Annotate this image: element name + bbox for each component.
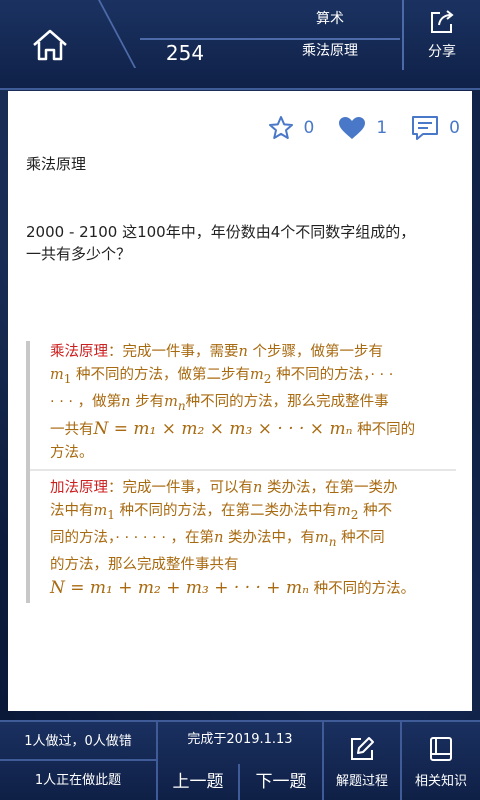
- text: 种不同的方法。: [308, 580, 416, 597]
- completed-date: 完成于2019.1.13: [187, 732, 293, 747]
- question-text: 2000 - 2100 这100年中，年份数由4个不同数字组成的， 一共有多少个…: [26, 221, 456, 265]
- math-var: m: [50, 367, 64, 383]
- text: 种不: [358, 502, 393, 519]
- share-label: 分享: [428, 44, 456, 60]
- math-sub: n: [328, 534, 337, 549]
- navigation: 完成于2019.1.13 上一题 下一题: [158, 722, 322, 800]
- text: 种不同的方法，· · ·: [271, 367, 394, 383]
- share-icon: [431, 10, 454, 33]
- addition-heading: 加法原理: [50, 479, 108, 496]
- header-info: 254 算术 乘法原理: [100, 0, 400, 90]
- math-sub: n: [177, 398, 186, 413]
- book-icon: [430, 736, 452, 761]
- math-var: m: [337, 502, 351, 519]
- comment-count: 0: [449, 118, 460, 138]
- text: 类办法中，有: [223, 529, 316, 546]
- text: 种不同的方法，那么完成整件事: [185, 393, 389, 410]
- question-line-2: 一共有多少个？: [26, 245, 132, 263]
- question-card: 0 1 0 乘法原理 2000 - 2100 这100年中，年份数由4个不同数字…: [8, 91, 472, 711]
- math-var: n: [121, 393, 131, 410]
- favorite-count: 0: [303, 118, 315, 138]
- stats-bar: 0 1 0: [244, 113, 460, 143]
- text: ：完成一件事，可以有: [108, 479, 253, 496]
- text: 同的方法，· · · · · · ，在第: [50, 529, 215, 546]
- home-button[interactable]: [0, 0, 100, 90]
- text: 种不同: [336, 529, 385, 546]
- solution-label: 解题过程: [336, 773, 389, 789]
- text: ：完成一件事，需要: [108, 344, 239, 360]
- math-var: m: [164, 393, 178, 410]
- math-sub: 1: [107, 507, 115, 522]
- category-label: 算术: [316, 11, 344, 27]
- text: 种不同的方法，在第二类办法中有: [114, 502, 338, 519]
- top-bar: 254 算术 乘法原理 分享: [0, 0, 480, 90]
- app-root: 254 算术 乘法原理 分享 0 1 0 乘法原理 2000 - 2100 这1…: [0, 0, 480, 800]
- like-stat[interactable]: 1: [338, 116, 387, 140]
- math-var: n: [238, 344, 248, 360]
- knowledge-button[interactable]: 相关知识: [402, 722, 480, 800]
- multiplication-heading: 乘法原理: [50, 344, 108, 360]
- text: 方法。: [50, 444, 94, 461]
- star-icon: [268, 116, 293, 139]
- prev-question-button[interactable]: 上一题: [158, 764, 240, 800]
- math-var: m: [250, 367, 264, 383]
- question-line-1: 2000 - 2100 这100年中，年份数由4个不同数字组成的，: [26, 223, 416, 241]
- edit-icon: [351, 736, 374, 760]
- text: 一共有: [50, 421, 94, 438]
- text: 种不同的: [352, 421, 416, 438]
- math-var: m: [315, 529, 329, 546]
- question-number: 254: [165, 41, 205, 65]
- subcategory-label: 乘法原理: [302, 43, 358, 59]
- text: 的方法，那么完成整件事共有: [50, 556, 239, 573]
- theory-divider: [30, 468, 456, 471]
- addition-formula: N = m₁ + m₂ + m₃ + · · · + mₙ: [50, 577, 309, 598]
- topic-title: 乘法原理: [26, 155, 87, 173]
- heart-icon: [339, 117, 366, 139]
- text: 法中有: [50, 502, 94, 519]
- bottom-bar: 1人做过，0人做错 1人正在做此题 完成于2019.1.13 上一题 下一题 解…: [0, 720, 480, 800]
- like-count: 1: [376, 118, 388, 138]
- solution-button[interactable]: 解题过程: [324, 722, 403, 800]
- text: 步有: [130, 393, 165, 410]
- share-button[interactable]: 分享: [402, 0, 480, 70]
- text: · · · ，做第: [50, 393, 122, 410]
- text: 个步骤，做第一步有: [247, 344, 383, 360]
- knowledge-label: 相关知识: [415, 773, 468, 789]
- tools: 解题过程 相关知识: [322, 722, 480, 800]
- next-question-button[interactable]: 下一题: [240, 764, 322, 800]
- doing-now-stat: 1人正在做此题: [34, 773, 122, 788]
- theory-box: 乘法原理：完成一件事，需要n 个步骤，做第一步有 m1 种不同的方法，做第二步有…: [26, 341, 456, 603]
- comment-stat[interactable]: 0: [411, 115, 460, 141]
- done-wrong-stat: 1人做过，0人做错: [0, 722, 156, 761]
- home-icon: [33, 29, 67, 61]
- multiplication-formula: N = m₁ × m₂ × m₃ × · · · × mₙ: [93, 418, 353, 439]
- math-var: n: [253, 479, 263, 496]
- text: 类办法，在第一类办: [262, 479, 398, 496]
- multiplication-principle: 乘法原理：完成一件事，需要n 个步骤，做第一步有 m1 种不同的方法，做第二步有…: [50, 341, 456, 465]
- math-var: m: [93, 502, 108, 519]
- favorite-stat[interactable]: 0: [268, 115, 315, 141]
- comment-icon: [412, 116, 439, 140]
- addition-principle: 加法原理：完成一件事，可以有n 类办法，在第一类办 法中有m1 种不同的方法，在…: [50, 477, 456, 601]
- math-var: n: [214, 529, 224, 546]
- answer-stats: 1人做过，0人做错 1人正在做此题: [0, 722, 158, 800]
- text: 种不同的方法，做第二步有: [71, 367, 251, 383]
